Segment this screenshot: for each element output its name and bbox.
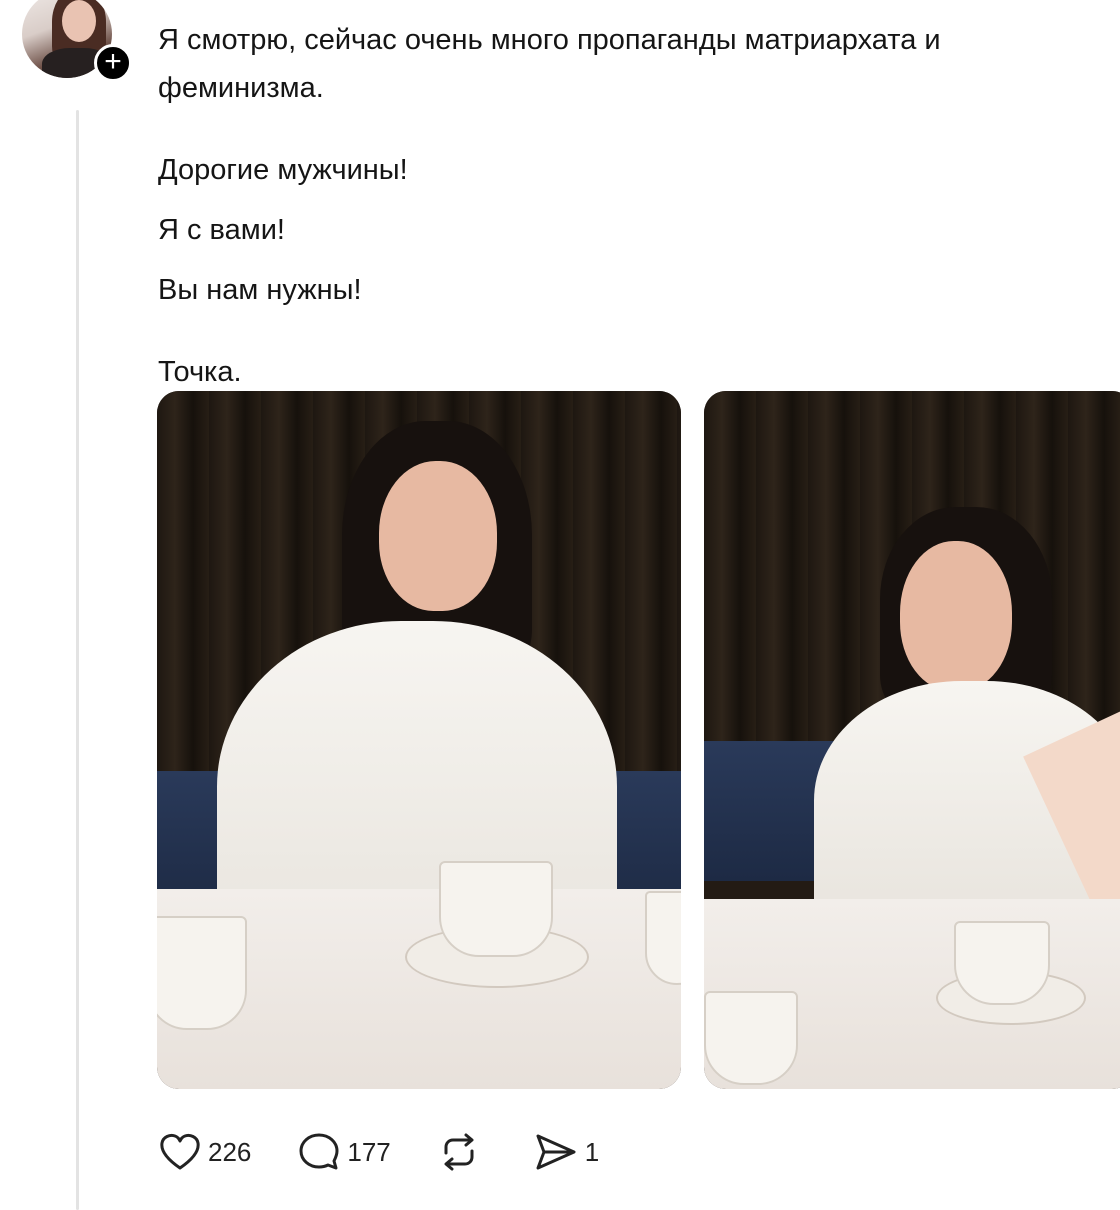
send-icon (536, 1134, 576, 1170)
heart-icon (160, 1133, 200, 1170)
repost-icon (444, 1133, 474, 1171)
cup-left-shape (704, 991, 798, 1085)
post-photo-2[interactable] (704, 391, 1120, 1089)
post-photo-1[interactable] (157, 391, 681, 1089)
avatar-face (62, 0, 96, 42)
reply-button[interactable]: 177 (297, 1131, 391, 1173)
comment-icon (299, 1133, 339, 1170)
cup-left-shape (157, 916, 247, 1030)
post-actions: 226 177 1 (158, 1128, 645, 1176)
like-button[interactable]: 226 (158, 1132, 251, 1172)
face-shape (900, 541, 1012, 691)
post-paragraph-2: Дорогие мужчины! (158, 154, 408, 186)
cup-shape (954, 921, 1050, 1005)
like-count: 226 (208, 1136, 252, 1167)
share-button[interactable]: 1 (533, 1131, 599, 1173)
reply-count: 177 (347, 1136, 391, 1167)
repost-button[interactable] (437, 1131, 487, 1173)
cup-right-shape (645, 891, 681, 985)
cup-shape (439, 861, 553, 957)
post-paragraph-1: Я смотрю, сейчас очень много пропаганды … (158, 24, 941, 104)
follow-plus-icon[interactable]: + (94, 44, 132, 82)
thread-line (76, 110, 79, 1210)
post-paragraph-3: Я с вами! (158, 214, 285, 246)
face-shape (379, 461, 497, 611)
share-count: 1 (584, 1136, 600, 1167)
post-text: Я смотрю, сейчас очень много пропаганды … (158, 16, 1098, 396)
post-paragraph-4: Вы нам нужны! (158, 274, 362, 306)
post-paragraph-5: Точка. (158, 356, 242, 388)
